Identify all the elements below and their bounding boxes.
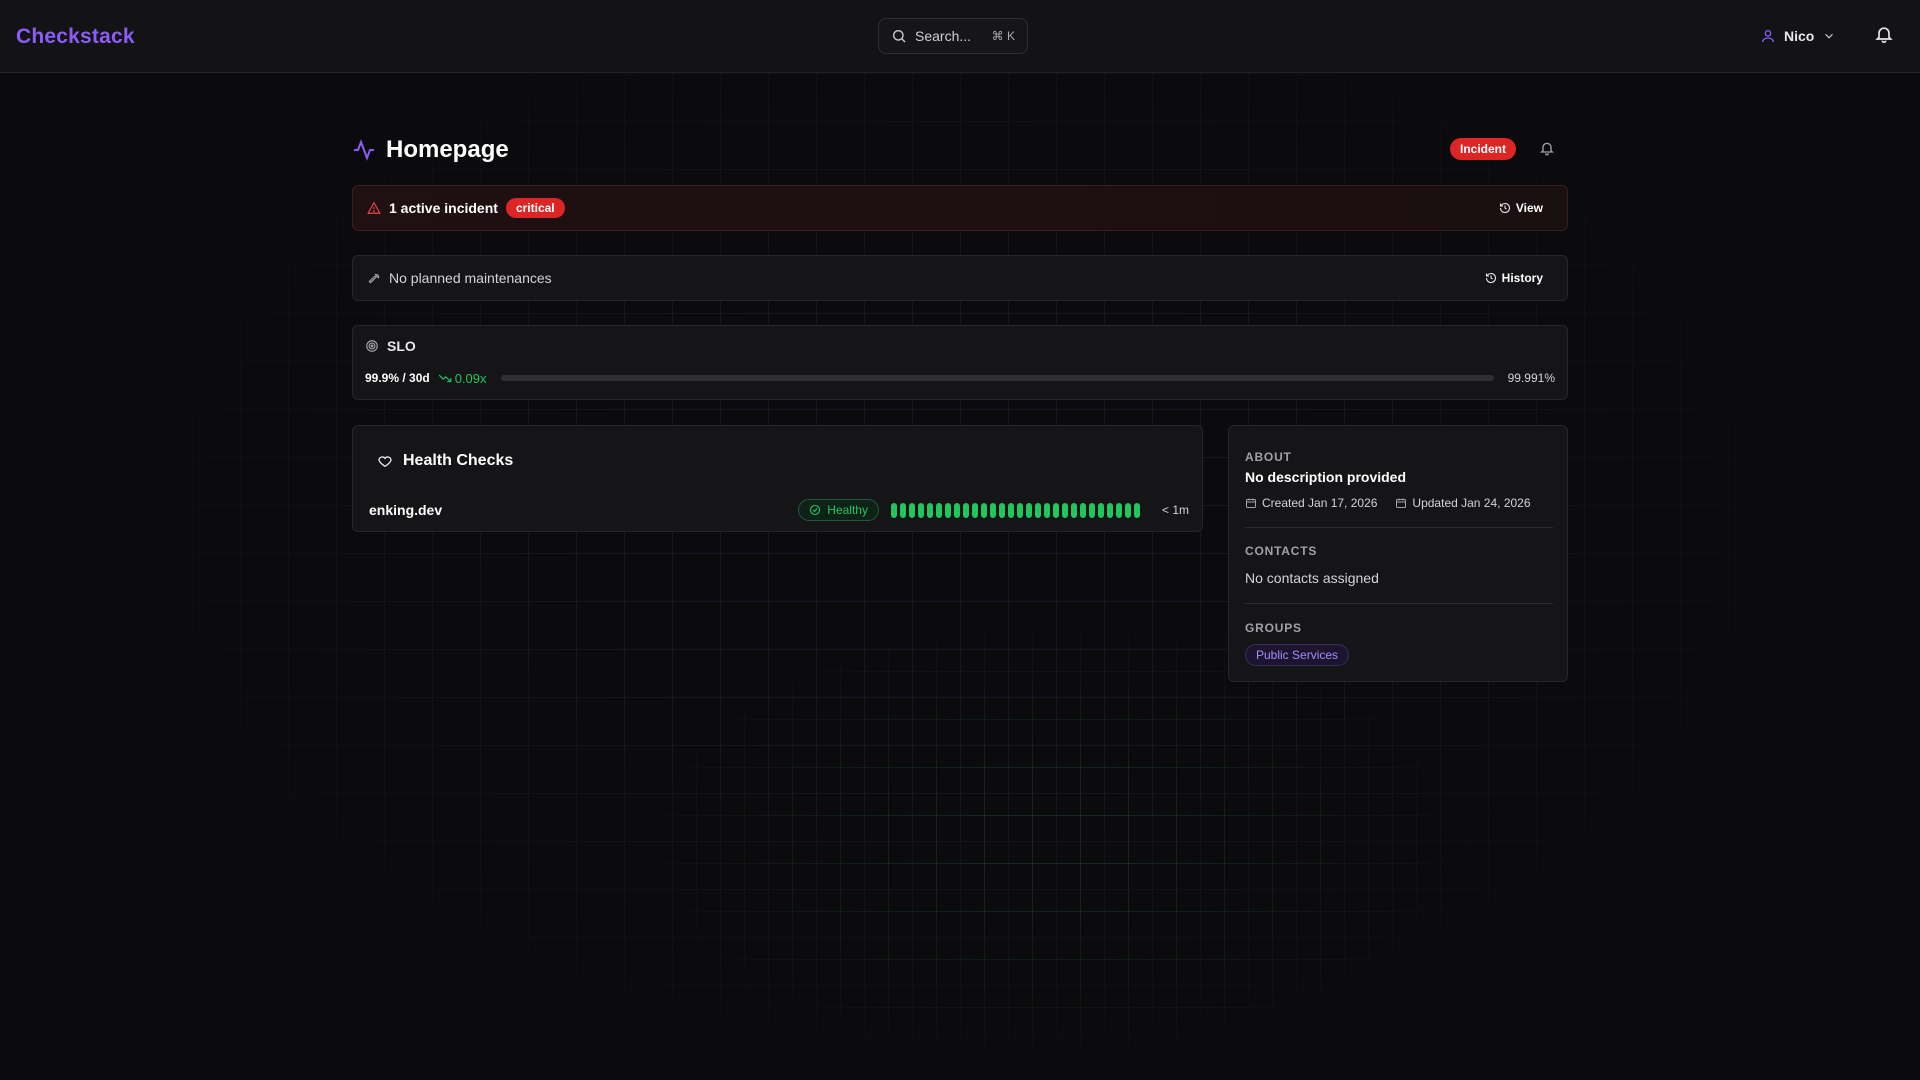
history-bar[interactable] xyxy=(935,502,942,518)
health-checks-title: Health Checks xyxy=(403,452,514,469)
calendar-icon xyxy=(1245,497,1257,509)
health-status-badge: Healthy xyxy=(798,499,879,521)
history-bar[interactable] xyxy=(1052,502,1059,518)
about-description: No description provided xyxy=(1245,469,1407,485)
severity-badge: critical xyxy=(505,198,565,218)
divider xyxy=(1245,603,1553,604)
slo-budget-bar xyxy=(500,375,1494,381)
history-bar[interactable] xyxy=(1043,502,1050,518)
slo-card: SLO 99.9% / 30d 0.09x 99.991% xyxy=(352,325,1568,400)
maintenance-history-button[interactable]: History xyxy=(1485,271,1553,285)
subscribe-button[interactable] xyxy=(1539,140,1555,156)
created-date: Created Jan 17, 2026 xyxy=(1245,496,1377,510)
history-bar[interactable] xyxy=(953,502,960,518)
history-bar[interactable] xyxy=(1124,502,1131,518)
history-bar[interactable] xyxy=(1070,502,1077,518)
calendar-icon xyxy=(1395,497,1407,509)
history-bar[interactable] xyxy=(1025,502,1032,518)
contacts-text: No contacts assigned xyxy=(1245,570,1379,586)
target-icon xyxy=(365,339,379,353)
history-bar[interactable] xyxy=(899,502,906,518)
divider xyxy=(1245,527,1553,528)
history-bar[interactable] xyxy=(1061,502,1068,518)
status-badge: Incident xyxy=(1450,138,1517,160)
history-icon xyxy=(1485,272,1497,284)
maintenance-text: No planned maintenances xyxy=(389,270,552,286)
contacts-label: CONTACTS xyxy=(1245,544,1318,558)
health-checks-header: Health Checks xyxy=(377,452,513,470)
user-menu[interactable]: Nico xyxy=(1760,24,1836,48)
slo-budget-fill xyxy=(500,375,1494,381)
updated-date: Updated Jan 24, 2026 xyxy=(1395,496,1531,510)
slo-row: 99.9% / 30d 0.09x 99.991% xyxy=(365,369,1555,387)
history-bar[interactable] xyxy=(944,502,951,518)
history-label: History xyxy=(1501,271,1543,285)
history-bar[interactable] xyxy=(908,502,915,518)
groups-label: GROUPS xyxy=(1245,621,1302,635)
bell-icon xyxy=(1539,140,1555,156)
health-checks-card: Health Checks enking.dev Healthy < 1m xyxy=(352,425,1203,532)
check-history-bars xyxy=(890,502,1140,518)
about-dates: Created Jan 17, 2026 Updated Jan 24, 202… xyxy=(1245,496,1531,510)
history-bar[interactable] xyxy=(962,502,969,518)
maintenance-banner: No planned maintenances History xyxy=(352,255,1568,301)
about-label: ABOUT xyxy=(1245,450,1292,464)
burn-rate-value: 0.09x xyxy=(454,370,487,386)
active-incident-banner: 1 active incident critical View xyxy=(352,185,1568,231)
history-bar[interactable] xyxy=(926,502,933,518)
health-check-row[interactable]: enking.dev Healthy < 1m xyxy=(369,498,1189,522)
slo-value: 99.991% xyxy=(1507,371,1555,385)
user-name: Nico xyxy=(1784,28,1815,44)
warning-triangle-icon xyxy=(367,201,381,215)
slo-target: 99.9% / 30d xyxy=(365,371,430,385)
wrench-icon xyxy=(367,271,381,285)
trending-down-icon xyxy=(438,371,452,385)
check-interval: < 1m xyxy=(1161,503,1189,517)
about-card: ABOUT No description provided Created Ja… xyxy=(1228,425,1568,682)
history-bar[interactable] xyxy=(989,502,996,518)
history-bar[interactable] xyxy=(1016,502,1023,518)
history-bar[interactable] xyxy=(1007,502,1014,518)
history-icon xyxy=(1499,202,1511,214)
history-bar[interactable] xyxy=(1115,502,1122,518)
page-header: Homepage xyxy=(352,134,1568,166)
notifications-button[interactable] xyxy=(1874,24,1894,44)
history-bar[interactable] xyxy=(1106,502,1113,518)
view-incident-button[interactable]: View xyxy=(1499,201,1553,215)
history-bar[interactable] xyxy=(971,502,978,518)
user-icon xyxy=(1760,28,1776,44)
history-bar[interactable] xyxy=(1097,502,1104,518)
search-placeholder: Search... xyxy=(915,28,972,44)
history-bar[interactable] xyxy=(890,502,897,518)
history-bar[interactable] xyxy=(980,502,987,518)
check-circle-icon xyxy=(809,504,821,516)
history-bar[interactable] xyxy=(1088,502,1095,518)
history-bar[interactable] xyxy=(1079,502,1086,518)
slo-header: SLO xyxy=(365,338,416,354)
chevron-down-icon xyxy=(1822,29,1836,43)
history-bar[interactable] xyxy=(1133,502,1140,518)
health-status-label: Healthy xyxy=(827,503,868,517)
view-label: View xyxy=(1515,201,1543,215)
activity-icon xyxy=(352,138,376,162)
created-date-text: Created Jan 17, 2026 xyxy=(1262,496,1378,510)
history-bar[interactable] xyxy=(917,502,924,518)
brand-logo[interactable]: Checkstack xyxy=(16,25,135,49)
history-bar[interactable] xyxy=(998,502,1005,518)
health-check-name: enking.dev xyxy=(369,502,443,518)
incident-count: 1 active incident xyxy=(389,200,498,216)
slo-burn-rate: 0.09x xyxy=(438,371,487,386)
top-bar: Checkstack Search... ⌘ K Nico xyxy=(0,0,1920,73)
search-icon xyxy=(891,28,907,44)
heart-icon xyxy=(377,453,393,469)
page-title: Homepage xyxy=(386,136,509,163)
search-button[interactable]: Search... ⌘ K xyxy=(878,18,1028,54)
bell-icon xyxy=(1874,24,1894,44)
group-tag[interactable]: Public Services xyxy=(1245,644,1350,666)
history-bar[interactable] xyxy=(1034,502,1041,518)
updated-date-text: Updated Jan 24, 2026 xyxy=(1412,496,1531,510)
slo-title: SLO xyxy=(387,338,416,354)
search-shortcut: ⌘ K xyxy=(991,29,1015,43)
